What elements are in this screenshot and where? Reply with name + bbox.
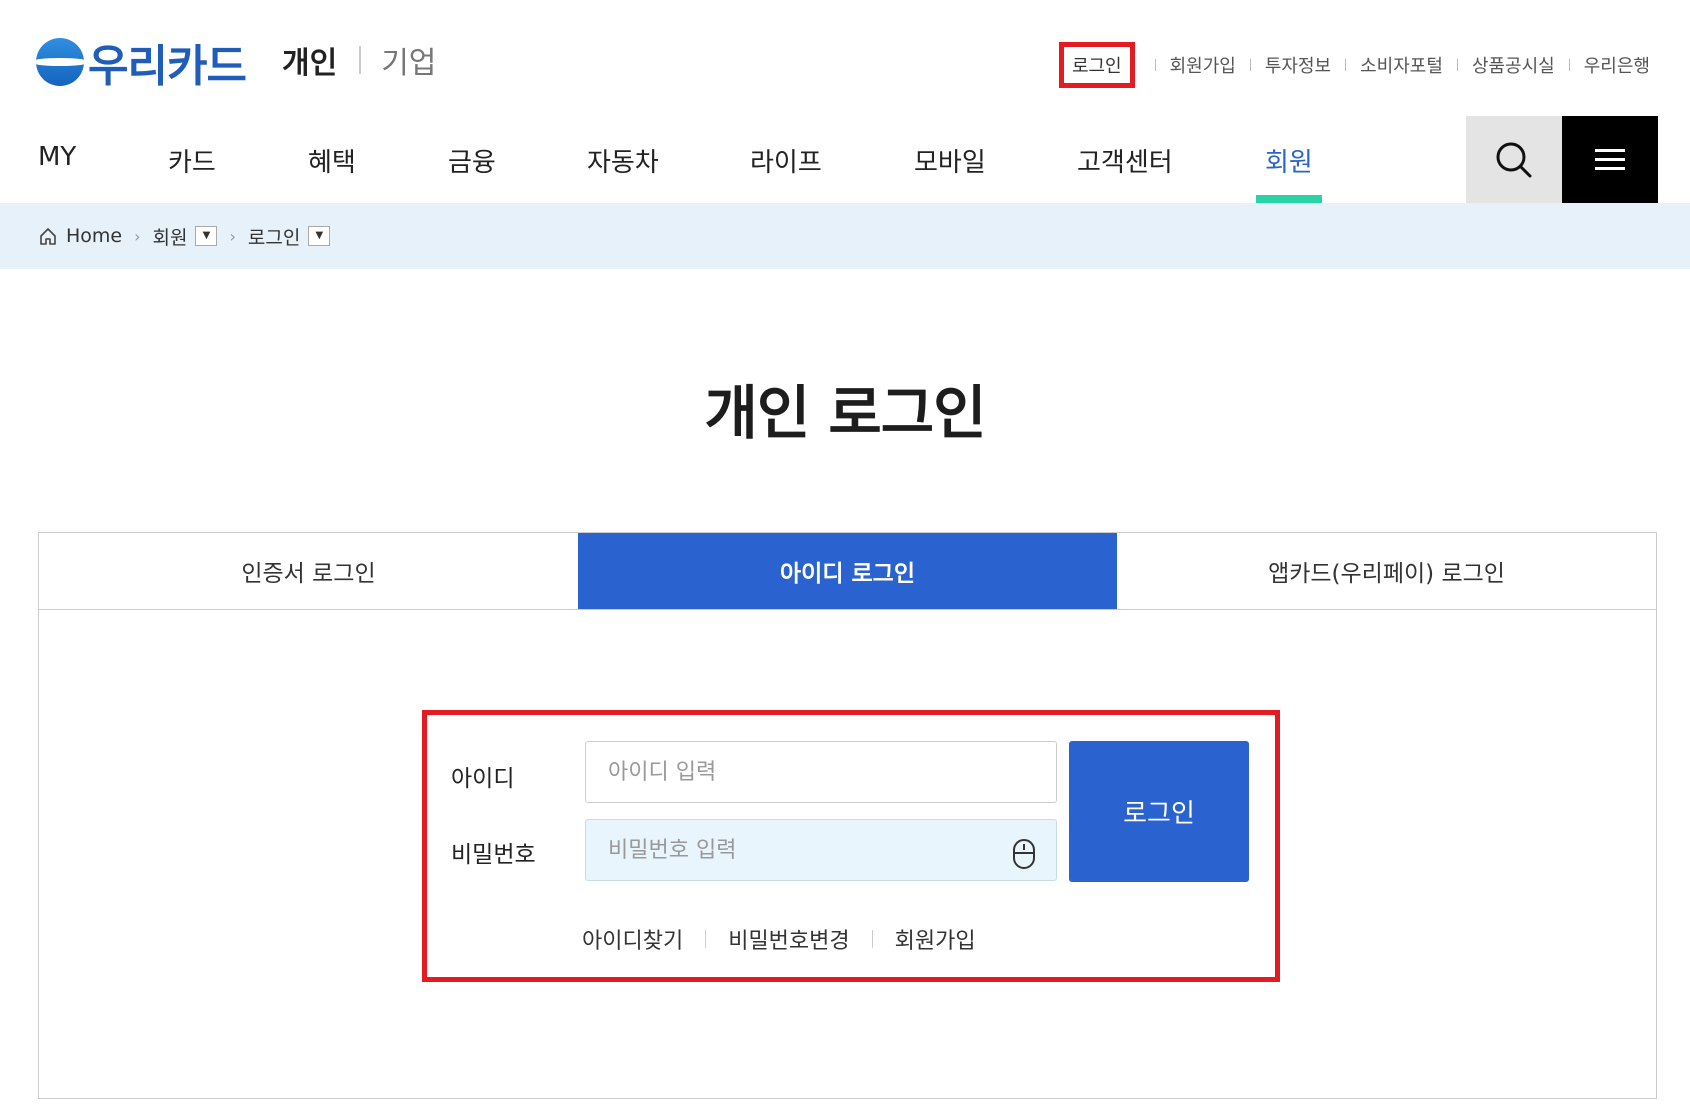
search-icon [1496, 142, 1532, 177]
segment-switcher: 개인 기업 [282, 38, 436, 82]
signup-link[interactable]: 회원가입 [895, 923, 976, 955]
nav-active-indicator [1256, 195, 1322, 203]
login-form: 아이디 비밀번호 로그인 아이디찾기 비밀번호변경 회원가입 [422, 710, 1280, 982]
link-sep [871, 930, 873, 948]
nav-item-finance[interactable]: 금융 [448, 142, 496, 179]
breadcrumb-home[interactable]: Home [66, 225, 122, 247]
tab-certificate-login[interactable]: 인증서 로그인 [39, 533, 578, 609]
nav-item-card[interactable]: 카드 [168, 142, 216, 179]
id-input[interactable] [585, 741, 1057, 803]
top-sep [1568, 59, 1570, 71]
nav-item-benefit[interactable]: 혜택 [308, 142, 356, 179]
segment-personal[interactable]: 개인 [282, 38, 337, 82]
page-title: 개인 로그인 [704, 379, 987, 447]
segment-corporate[interactable]: 기업 [381, 38, 436, 82]
change-password-link[interactable]: 비밀번호변경 [728, 923, 849, 955]
top-consumer-link[interactable]: 소비자포털 [1352, 52, 1451, 78]
segment-divider [359, 46, 362, 74]
password-label: 비밀번호 [451, 842, 536, 868]
tab-id-login[interactable]: 아이디 로그인 [578, 533, 1117, 609]
breadcrumb-level1[interactable]: 회원 [153, 223, 188, 250]
login-tabs: 인증서 로그인 아이디 로그인 앱카드(우리페이) 로그인 [38, 532, 1657, 610]
top-product-link[interactable]: 상품공시실 [1464, 52, 1563, 78]
home-icon[interactable] [38, 226, 58, 246]
search-button[interactable] [1466, 116, 1562, 203]
password-input[interactable] [585, 819, 1057, 881]
breadcrumb-dropdown-button[interactable]: ▼ [308, 226, 331, 246]
find-id-link[interactable]: 아이디찾기 [582, 923, 683, 955]
chevron-right-icon: › [229, 226, 236, 246]
nav-item-my[interactable]: MY [38, 142, 76, 172]
account-links: 아이디찾기 비밀번호변경 회원가입 [582, 923, 976, 955]
top-utility-menu: 로그인 회원가입 투자정보 소비자포털 상품공시실 우리은행 [1058, 42, 1658, 88]
tab-appcard-login[interactable]: 앱카드(우리페이) 로그인 [1117, 533, 1656, 609]
link-sep [705, 930, 707, 948]
top-investor-link[interactable]: 투자정보 [1257, 52, 1339, 78]
nav-item-life[interactable]: 라이프 [750, 142, 822, 179]
nav-item-member[interactable]: 회원 [1265, 142, 1313, 179]
nav-item-mobile[interactable]: 모바일 [914, 142, 986, 179]
top-sep [1456, 59, 1458, 71]
menu-button[interactable] [1562, 116, 1658, 203]
top-sep [1249, 59, 1251, 71]
top-login-link[interactable]: 로그인 [1058, 42, 1135, 88]
breadcrumb-level2[interactable]: 로그인 [248, 223, 300, 250]
chevron-right-icon: › [134, 226, 141, 246]
id-label: 아이디 [451, 766, 515, 792]
top-sep [1345, 59, 1347, 71]
top-sep [1154, 59, 1156, 71]
mouse-keypad-icon[interactable] [1012, 838, 1036, 870]
breadcrumb-dropdown-button[interactable]: ▼ [195, 226, 218, 246]
top-signup-link[interactable]: 회원가입 [1162, 52, 1244, 78]
top-bank-link[interactable]: 우리은행 [1576, 52, 1658, 78]
login-submit-button[interactable]: 로그인 [1069, 741, 1249, 882]
logo[interactable]: 우리카드 [36, 30, 247, 94]
main-nav: MY 카드 혜택 금융 자동차 라이프 모바일 고객센터 회원 [0, 116, 1690, 203]
logo-icon [36, 38, 84, 86]
nav-item-car[interactable]: 자동차 [587, 142, 659, 179]
hamburger-icon [1595, 143, 1625, 176]
logo-text: 우리카드 [88, 41, 247, 92]
nav-item-customer-center[interactable]: 고객센터 [1077, 142, 1173, 179]
breadcrumb: Home › 회원 ▼ › 로그인 ▼ [0, 203, 1690, 269]
